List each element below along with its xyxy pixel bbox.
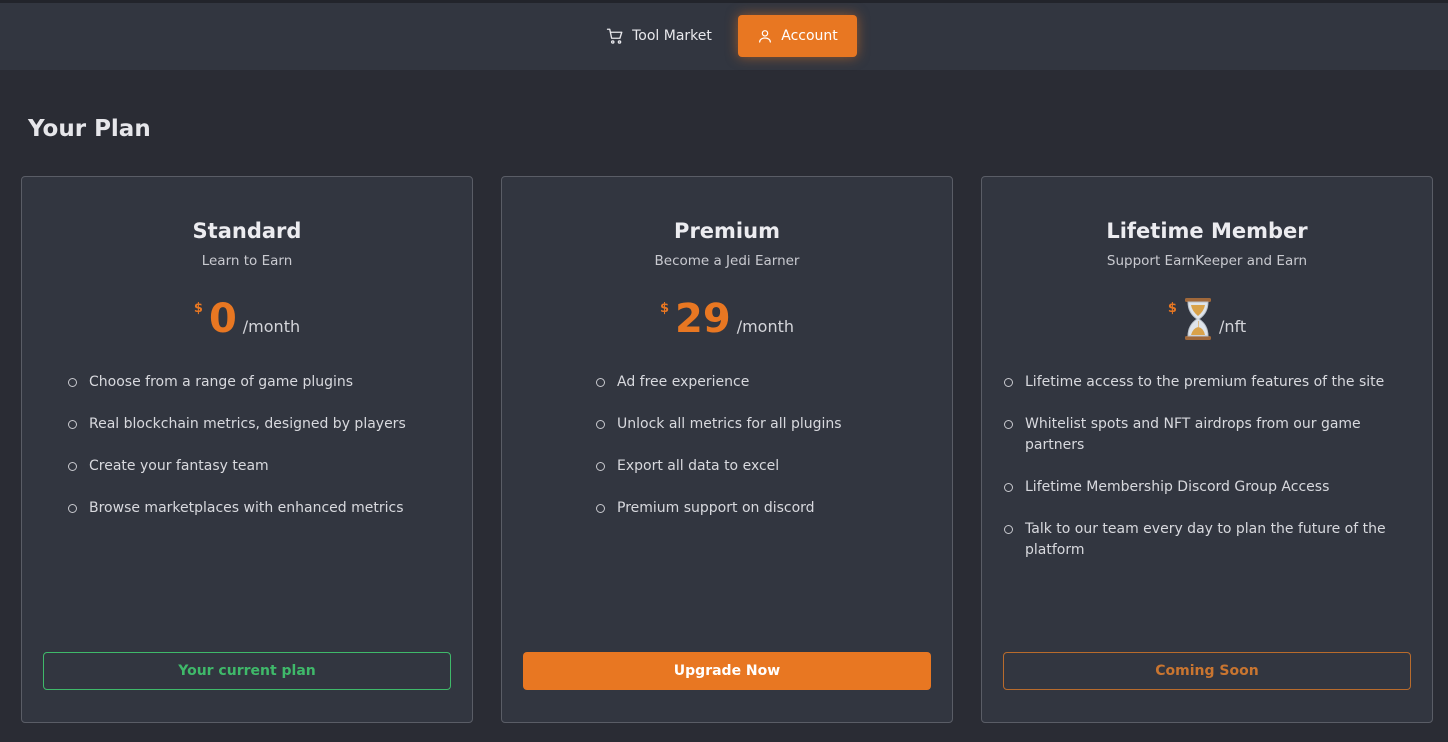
account-label: Account bbox=[781, 28, 838, 44]
bullet-icon bbox=[1004, 483, 1013, 492]
bullet-icon bbox=[596, 462, 605, 471]
bullet-icon bbox=[596, 504, 605, 513]
tool-market-label: Tool Market bbox=[632, 28, 712, 44]
plan-price: $ /nft bbox=[982, 289, 1432, 343]
price-amount: 29 bbox=[675, 296, 731, 342]
page-title: Your Plan bbox=[28, 116, 151, 142]
feature-item: Talk to our team every day to plan the f… bbox=[1004, 519, 1399, 561]
currency-symbol: $ bbox=[1167, 301, 1177, 316]
plan-price: $ 0 /month bbox=[22, 289, 472, 343]
plan-price: $ 29 /month bbox=[502, 289, 952, 343]
upgrade-now-button[interactable]: Upgrade Now bbox=[523, 652, 931, 690]
bullet-icon bbox=[68, 462, 77, 471]
plan-subtitle: Become a Jedi Earner bbox=[654, 253, 800, 269]
tool-market-button[interactable]: Tool Market bbox=[596, 15, 722, 57]
currency-symbol: $ bbox=[193, 301, 203, 316]
bullet-icon bbox=[596, 378, 605, 387]
plan-title: Lifetime Member bbox=[1106, 219, 1308, 243]
price-period: /month bbox=[242, 317, 301, 336]
feature-item: Whitelist spots and NFT airdrops from ou… bbox=[1004, 414, 1399, 456]
price-amount: 0 bbox=[208, 296, 237, 342]
feature-item: Unlock all metrics for all plugins bbox=[596, 414, 842, 435]
price-period: /month bbox=[736, 317, 795, 336]
bullet-icon bbox=[596, 420, 605, 429]
bullet-icon bbox=[1004, 378, 1013, 387]
feature-item: Choose from a range of game plugins bbox=[68, 372, 406, 393]
bullet-icon bbox=[68, 420, 77, 429]
feature-item: Real blockchain metrics, designed by pla… bbox=[68, 414, 406, 435]
plan-subtitle: Learn to Earn bbox=[201, 253, 293, 269]
feature-item: Premium support on discord bbox=[596, 498, 842, 519]
bullet-icon bbox=[68, 378, 77, 387]
user-icon bbox=[759, 30, 772, 43]
feature-item: Browse marketplaces with enhanced metric… bbox=[68, 498, 406, 519]
feature-item: Lifetime access to the premium features … bbox=[1004, 372, 1399, 393]
bullet-icon bbox=[1004, 420, 1013, 429]
top-navbar: Tool Market Account bbox=[0, 3, 1448, 70]
currency-symbol: $ bbox=[659, 301, 670, 316]
plan-card-lifetime: Lifetime Member Support EarnKeeper and E… bbox=[981, 176, 1433, 723]
feature-item: Export all data to excel bbox=[596, 456, 842, 477]
plan-title: Premium bbox=[674, 219, 780, 243]
plan-card-standard: Standard Learn to Earn $ 0 /month Choose… bbox=[21, 176, 473, 723]
current-plan-button[interactable]: Your current plan bbox=[43, 652, 451, 690]
feature-list: Ad free experience Unlock all metrics fo… bbox=[596, 372, 842, 540]
feature-list: Choose from a range of game plugins Real… bbox=[68, 372, 406, 540]
feature-list: Lifetime access to the premium features … bbox=[1004, 372, 1399, 582]
price-period: /nft bbox=[1218, 317, 1247, 336]
cart-icon bbox=[606, 28, 623, 44]
bullet-icon bbox=[1004, 525, 1013, 534]
feature-item: Ad free experience bbox=[596, 372, 842, 393]
plan-card-premium: Premium Become a Jedi Earner $ 29 /month… bbox=[501, 176, 953, 723]
plan-title: Standard bbox=[192, 219, 302, 243]
plan-subtitle: Support EarnKeeper and Earn bbox=[1106, 253, 1308, 269]
hourglass-icon bbox=[1184, 298, 1211, 340]
bullet-icon bbox=[68, 504, 77, 513]
coming-soon-button[interactable]: Coming Soon bbox=[1003, 652, 1411, 690]
account-button[interactable]: Account bbox=[738, 15, 857, 57]
feature-item: Lifetime Membership Discord Group Access bbox=[1004, 477, 1399, 498]
feature-item: Create your fantasy team bbox=[68, 456, 406, 477]
